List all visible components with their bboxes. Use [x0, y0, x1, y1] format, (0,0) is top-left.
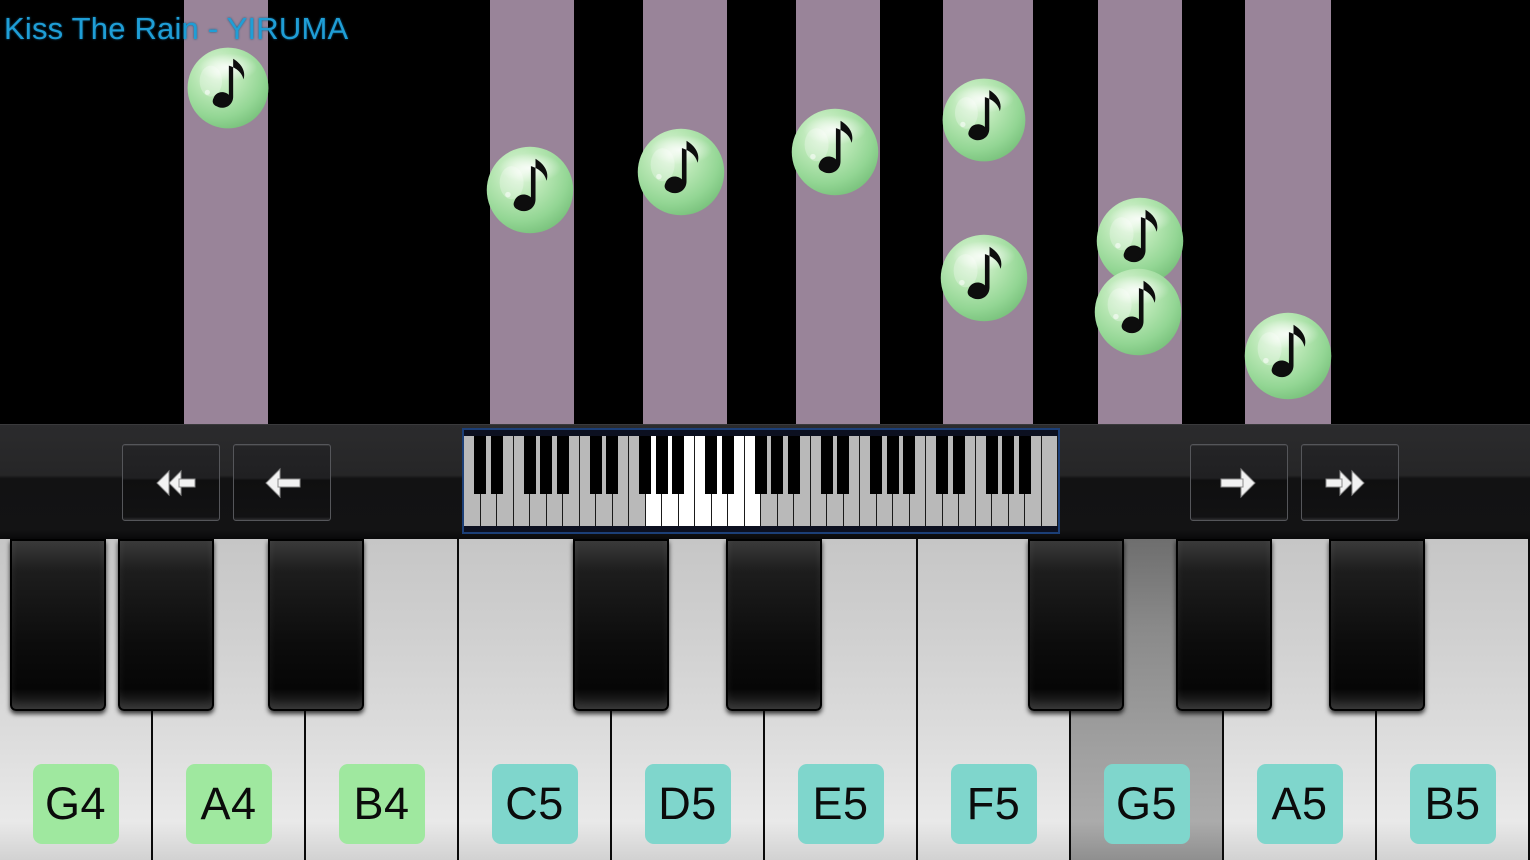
black-key[interactable] [1176, 539, 1272, 711]
black-key[interactable] [268, 539, 364, 711]
mini-black-key [771, 436, 784, 494]
left-arrow-icon [254, 463, 310, 503]
key-label-d5: D5 [644, 764, 731, 844]
falling-note-a5 [1242, 310, 1334, 402]
key-label-a4: A4 [185, 764, 272, 844]
falling-notes-area: Kiss The Rain - YIRUMA [0, 0, 1530, 424]
falling-note-e5 [789, 106, 881, 198]
mini-black-key [490, 436, 503, 494]
mini-black-key [589, 436, 602, 494]
falling-note-f5 [938, 232, 1030, 324]
rewind-button[interactable] [122, 444, 220, 521]
main-keyboard: G4 A4 B4 C5 D5 E5 F5 G5 A5 B5 [0, 539, 1530, 860]
fast-forward-button[interactable] [1301, 444, 1399, 521]
mini-black-key [474, 436, 487, 494]
mini-white-key [1041, 436, 1058, 528]
mini-black-key [985, 436, 998, 494]
mini-black-key [705, 436, 718, 494]
mini-keyboard-bottom-edge [464, 526, 1058, 532]
mini-black-key [606, 436, 619, 494]
key-label-g5: G5 [1103, 764, 1190, 844]
falling-note-d5 [635, 126, 727, 218]
mini-black-key [639, 436, 652, 494]
mini-black-key [523, 436, 536, 494]
double-left-arrow-icon [143, 463, 199, 503]
falling-note-f5 [940, 76, 1028, 164]
key-label-f5: F5 [950, 764, 1037, 844]
mini-black-key [952, 436, 965, 494]
note-lane-e5 [796, 0, 880, 424]
mini-black-key [1002, 436, 1015, 494]
falling-note-a4 [185, 45, 271, 131]
key-label-c5: C5 [491, 764, 578, 844]
mini-black-key [655, 436, 668, 494]
song-title: Kiss The Rain - YIRUMA [4, 11, 349, 46]
mini-black-key [936, 436, 949, 494]
note-lane-f5 [943, 0, 1033, 424]
mini-black-key [903, 436, 916, 494]
key-label-b5: B5 [1409, 764, 1496, 844]
next-button[interactable] [1190, 444, 1288, 521]
mini-black-key [672, 436, 685, 494]
falling-note-c5 [484, 144, 576, 236]
mini-keyboard-top-edge [464, 430, 1058, 436]
mini-black-key [754, 436, 767, 494]
mini-black-key [870, 436, 883, 494]
mini-black-key [820, 436, 833, 494]
black-key[interactable] [573, 539, 669, 711]
mini-keyboard-overview[interactable] [462, 428, 1060, 534]
mini-black-key [837, 436, 850, 494]
black-key[interactable] [1329, 539, 1425, 711]
mini-black-key [556, 436, 569, 494]
double-right-arrow-icon [1322, 463, 1378, 503]
key-label-g4: G4 [32, 764, 119, 844]
mini-black-key [886, 436, 899, 494]
mini-black-key [1018, 436, 1031, 494]
key-label-a5: A5 [1256, 764, 1343, 844]
key-label-e5: E5 [797, 764, 884, 844]
right-arrow-icon [1211, 463, 1267, 503]
mini-black-key [540, 436, 553, 494]
black-key[interactable] [726, 539, 822, 711]
mini-black-key [787, 436, 800, 494]
black-key[interactable] [1028, 539, 1124, 711]
black-key[interactable] [10, 539, 106, 711]
piano-app: Kiss The Rain - YIRUMA G4 A4 B4 C5 D5 E5… [0, 0, 1530, 860]
previous-button[interactable] [233, 444, 331, 521]
key-label-b4: B4 [338, 764, 425, 844]
mini-black-key [721, 436, 734, 494]
falling-note-g5 [1092, 266, 1184, 358]
black-key[interactable] [118, 539, 214, 711]
